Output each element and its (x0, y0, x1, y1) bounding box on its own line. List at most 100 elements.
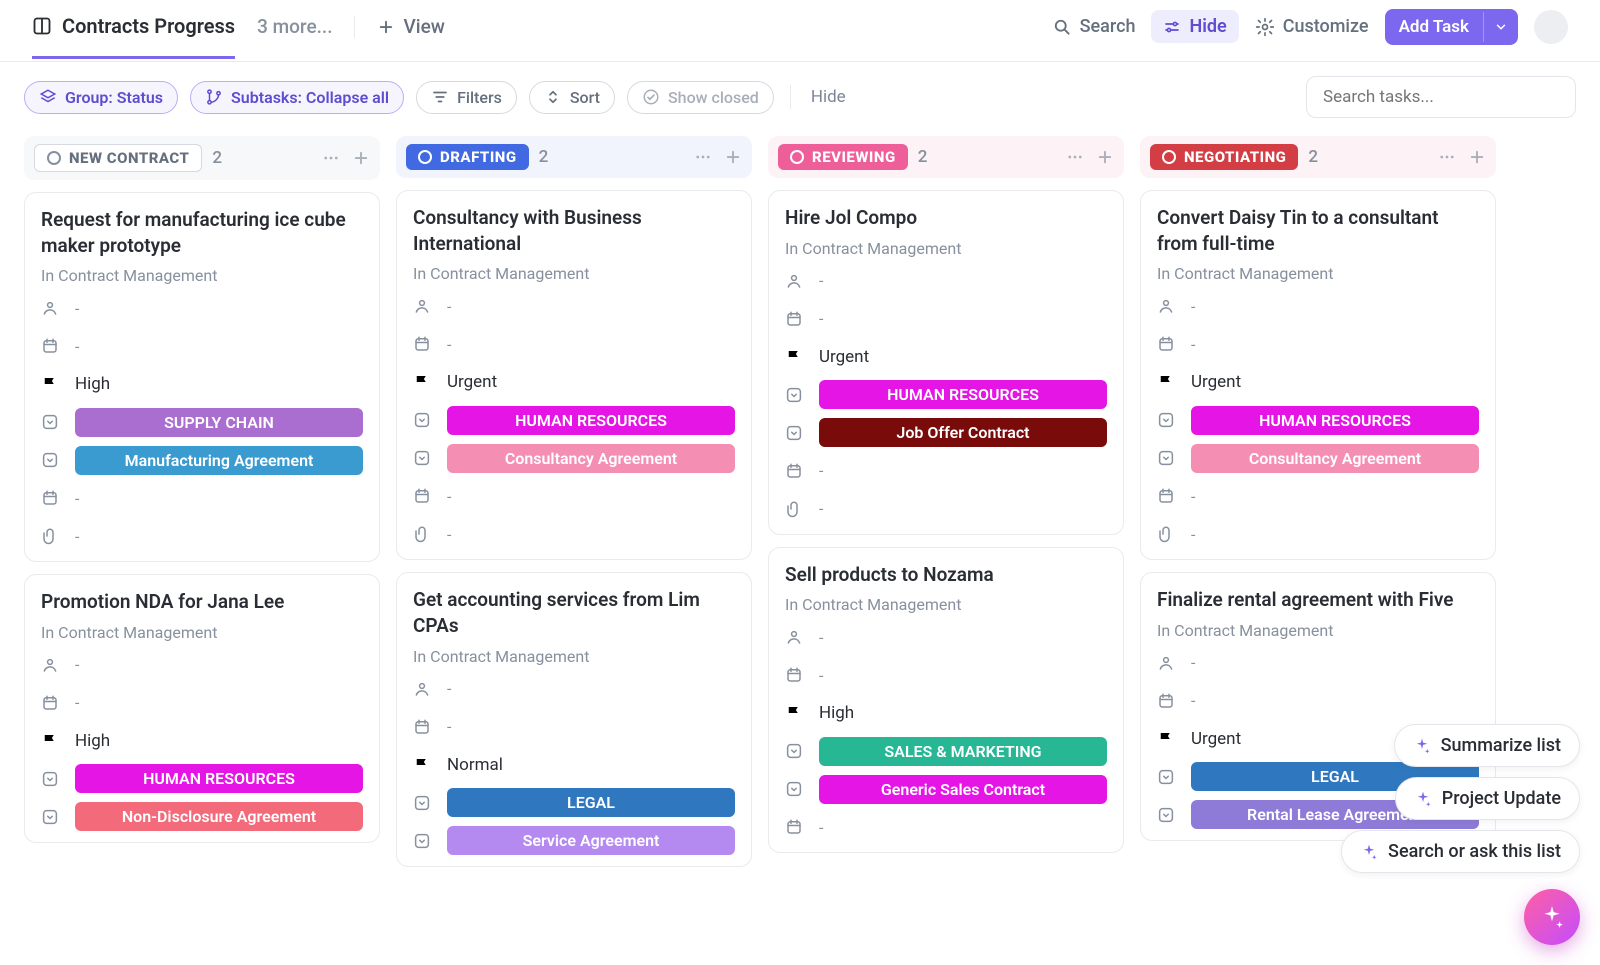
user-icon[interactable] (1157, 296, 1177, 316)
tag-badge[interactable]: Non-Disclosure Agreement (75, 802, 363, 831)
dropdown-icon[interactable] (1157, 805, 1177, 825)
dropdown-icon[interactable] (41, 807, 61, 827)
tag-badge[interactable]: Consultancy Agreement (1191, 444, 1479, 473)
user-avatar[interactable] (1534, 10, 1568, 44)
column-menu-button[interactable] (1438, 148, 1456, 166)
tag-badge[interactable]: HUMAN RESOURCES (75, 764, 363, 793)
calendar-icon[interactable] (785, 665, 805, 685)
status-pill[interactable]: NEW CONTRACT (34, 144, 202, 172)
dropdown-icon[interactable] (413, 410, 433, 430)
ai-search-chip[interactable]: Search or ask this list (1341, 830, 1580, 873)
tag-badge[interactable]: LEGAL (447, 788, 735, 817)
task-card[interactable]: Get accounting services from Lim CPAs In… (396, 572, 752, 866)
tag-badge[interactable]: Generic Sales Contract (819, 775, 1107, 804)
user-icon[interactable] (785, 271, 805, 291)
dropdown-icon[interactable] (413, 448, 433, 468)
ai-project-update-chip[interactable]: Project Update (1395, 777, 1580, 820)
calendar-icon[interactable] (41, 693, 61, 713)
dropdown-icon[interactable] (413, 793, 433, 813)
task-card[interactable]: Request for manufacturing ice cube maker… (24, 192, 380, 562)
flag-icon[interactable] (41, 731, 61, 751)
dropdown-icon[interactable] (413, 831, 433, 851)
calendar-icon[interactable] (1157, 486, 1177, 506)
hide-filters-link[interactable]: Hide (811, 87, 846, 107)
filters-pill[interactable]: Filters (416, 81, 517, 114)
tag-badge[interactable]: HUMAN RESOURCES (819, 380, 1107, 409)
dropdown-icon[interactable] (1157, 767, 1177, 787)
tag-badge[interactable]: Manufacturing Agreement (75, 446, 363, 475)
add-view-button[interactable]: View (377, 15, 444, 58)
tag-badge[interactable]: SALES & MARKETING (819, 737, 1107, 766)
tag-badge[interactable]: Consultancy Agreement (447, 444, 735, 473)
calendar-icon[interactable] (413, 717, 433, 737)
dropdown-icon[interactable] (1157, 410, 1177, 430)
user-icon[interactable] (1157, 653, 1177, 673)
dropdown-icon[interactable] (41, 450, 61, 470)
user-icon[interactable] (41, 298, 61, 318)
ai-fab-button[interactable] (1524, 889, 1580, 945)
ai-summarize-chip[interactable]: Summarize list (1394, 724, 1580, 767)
dropdown-icon[interactable] (41, 412, 61, 432)
dropdown-icon[interactable] (785, 385, 805, 405)
paperclip-icon[interactable] (785, 499, 805, 519)
status-pill[interactable]: DRAFTING (406, 144, 529, 170)
calendar-icon[interactable] (785, 461, 805, 481)
task-card[interactable]: Sell products to Nozama In Contract Mana… (768, 547, 1124, 854)
column-add-button[interactable] (352, 149, 370, 167)
add-task-dropdown[interactable] (1483, 12, 1518, 42)
dropdown-icon[interactable] (785, 741, 805, 761)
user-icon[interactable] (41, 655, 61, 675)
calendar-icon[interactable] (41, 336, 61, 356)
task-card[interactable]: Promotion NDA for Jana Lee In Contract M… (24, 574, 380, 843)
task-card[interactable]: Hire Jol Compo In Contract Management - … (768, 190, 1124, 535)
dropdown-icon[interactable] (785, 423, 805, 443)
calendar-icon[interactable] (785, 309, 805, 329)
column-menu-button[interactable] (694, 148, 712, 166)
paperclip-icon[interactable] (41, 526, 61, 546)
calendar-icon[interactable] (1157, 691, 1177, 711)
search-tasks-input[interactable] (1306, 76, 1576, 118)
dropdown-icon[interactable] (1157, 448, 1177, 468)
add-task-button[interactable]: Add Task (1385, 9, 1518, 45)
user-icon[interactable] (785, 627, 805, 647)
flag-icon[interactable] (1157, 372, 1177, 392)
group-pill[interactable]: Group: Status (24, 81, 178, 114)
subtasks-pill[interactable]: Subtasks: Collapse all (190, 81, 404, 114)
flag-icon[interactable] (41, 374, 61, 394)
user-icon[interactable] (413, 296, 433, 316)
flag-icon[interactable] (413, 755, 433, 775)
tag-badge[interactable]: SUPPLY CHAIN (75, 408, 363, 437)
column-add-button[interactable] (724, 148, 742, 166)
column-menu-button[interactable] (322, 149, 340, 167)
search-button[interactable]: Search (1052, 16, 1136, 37)
calendar-icon[interactable] (41, 488, 61, 508)
tag-badge[interactable]: Service Agreement (447, 826, 735, 855)
sort-pill[interactable]: Sort (529, 81, 615, 114)
hide-button[interactable]: Hide (1151, 10, 1238, 43)
dropdown-icon[interactable] (785, 779, 805, 799)
calendar-icon[interactable] (1157, 334, 1177, 354)
flag-icon[interactable] (413, 372, 433, 392)
status-pill[interactable]: NEGOTIATING (1150, 144, 1298, 170)
show-closed-pill[interactable]: Show closed (627, 81, 774, 114)
flag-icon[interactable] (785, 703, 805, 723)
status-pill[interactable]: REVIEWING (778, 144, 908, 170)
calendar-icon[interactable] (413, 486, 433, 506)
user-icon[interactable] (413, 679, 433, 699)
task-card[interactable]: Consultancy with Business International … (396, 190, 752, 560)
column-menu-button[interactable] (1066, 148, 1084, 166)
column-add-button[interactable] (1468, 148, 1486, 166)
flag-icon[interactable] (1157, 729, 1177, 749)
flag-icon[interactable] (785, 347, 805, 367)
paperclip-icon[interactable] (1157, 524, 1177, 544)
tag-badge[interactable]: Job Offer Contract (819, 418, 1107, 447)
column-add-button[interactable] (1096, 148, 1114, 166)
tag-badge[interactable]: HUMAN RESOURCES (447, 406, 735, 435)
paperclip-icon[interactable] (413, 524, 433, 544)
tag-badge[interactable]: HUMAN RESOURCES (1191, 406, 1479, 435)
calendar-icon[interactable] (413, 334, 433, 354)
board-view-tab[interactable]: Contracts Progress (32, 14, 235, 59)
customize-button[interactable]: Customize (1255, 16, 1369, 37)
more-views-tab[interactable]: 3 more... (257, 15, 332, 58)
calendar-icon[interactable] (785, 817, 805, 837)
